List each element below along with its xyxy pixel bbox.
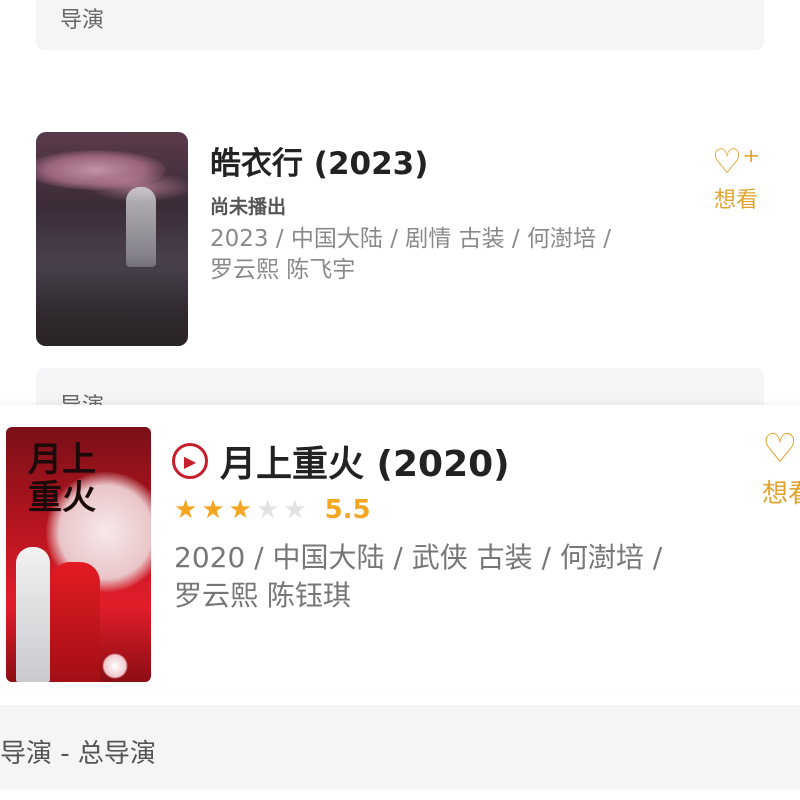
rating-score: 5.5 xyxy=(324,495,371,525)
movie-card-yueshangchonghuo[interactable]: 月上 重火 ▶ 月上重火 (2020) ★ ★ ★ ★ ★ 5.5 2020 / … xyxy=(0,405,800,690)
want-to-watch-button[interactable]: ♡⁺ 想看 xyxy=(700,142,772,214)
play-circle-icon[interactable]: ▶ xyxy=(172,443,208,479)
heart-plus-icon: ♡⁺ xyxy=(711,142,761,182)
release-status: 尚未播出 xyxy=(210,196,287,218)
top-section-bar xyxy=(36,0,764,50)
movie-title[interactable]: 月上重火 (2020) xyxy=(220,435,510,487)
top-section-label: 导演 xyxy=(60,8,105,33)
poster-image[interactable]: 月上 重火 xyxy=(6,427,151,682)
want-to-watch-button[interactable]: ♡ 想看 xyxy=(762,425,800,510)
want-label: 想看 xyxy=(713,188,758,213)
star-icon: ★ xyxy=(228,495,252,525)
movie-card-haoyixing[interactable]: 皓衣行 (2023) 尚未播出 2023 / 中国大陆 / 剧情 古装 / 何澍… xyxy=(0,120,800,360)
want-label: 想看 xyxy=(762,479,800,509)
star-icon: ★ xyxy=(174,495,198,525)
heart-plus-icon: ♡ xyxy=(762,426,798,472)
star-icon: ★ xyxy=(283,495,307,525)
poster-title-art: 月上 重火 xyxy=(28,440,96,518)
movie-title[interactable]: 皓衣行 (2023) xyxy=(210,138,428,183)
poster-image[interactable] xyxy=(36,132,188,346)
movie-meta: 2020 / 中国大陆 / 武侠 古装 / 何澍培 / 罗云熙 陈钰琪 xyxy=(174,541,663,612)
movie-meta: 2023 / 中国大陆 / 剧情 古装 / 何澍培 / 罗云熙 陈飞宇 xyxy=(210,226,612,283)
bottom-section-label: 导演 - 总导演 xyxy=(0,739,156,769)
star-icon: ★ xyxy=(201,495,225,525)
star-icon: ★ xyxy=(255,495,280,525)
rating: ★ ★ ★ ★ ★ 5.5 xyxy=(174,495,371,525)
movie-title-row[interactable]: ▶ 月上重火 (2020) xyxy=(172,435,510,487)
